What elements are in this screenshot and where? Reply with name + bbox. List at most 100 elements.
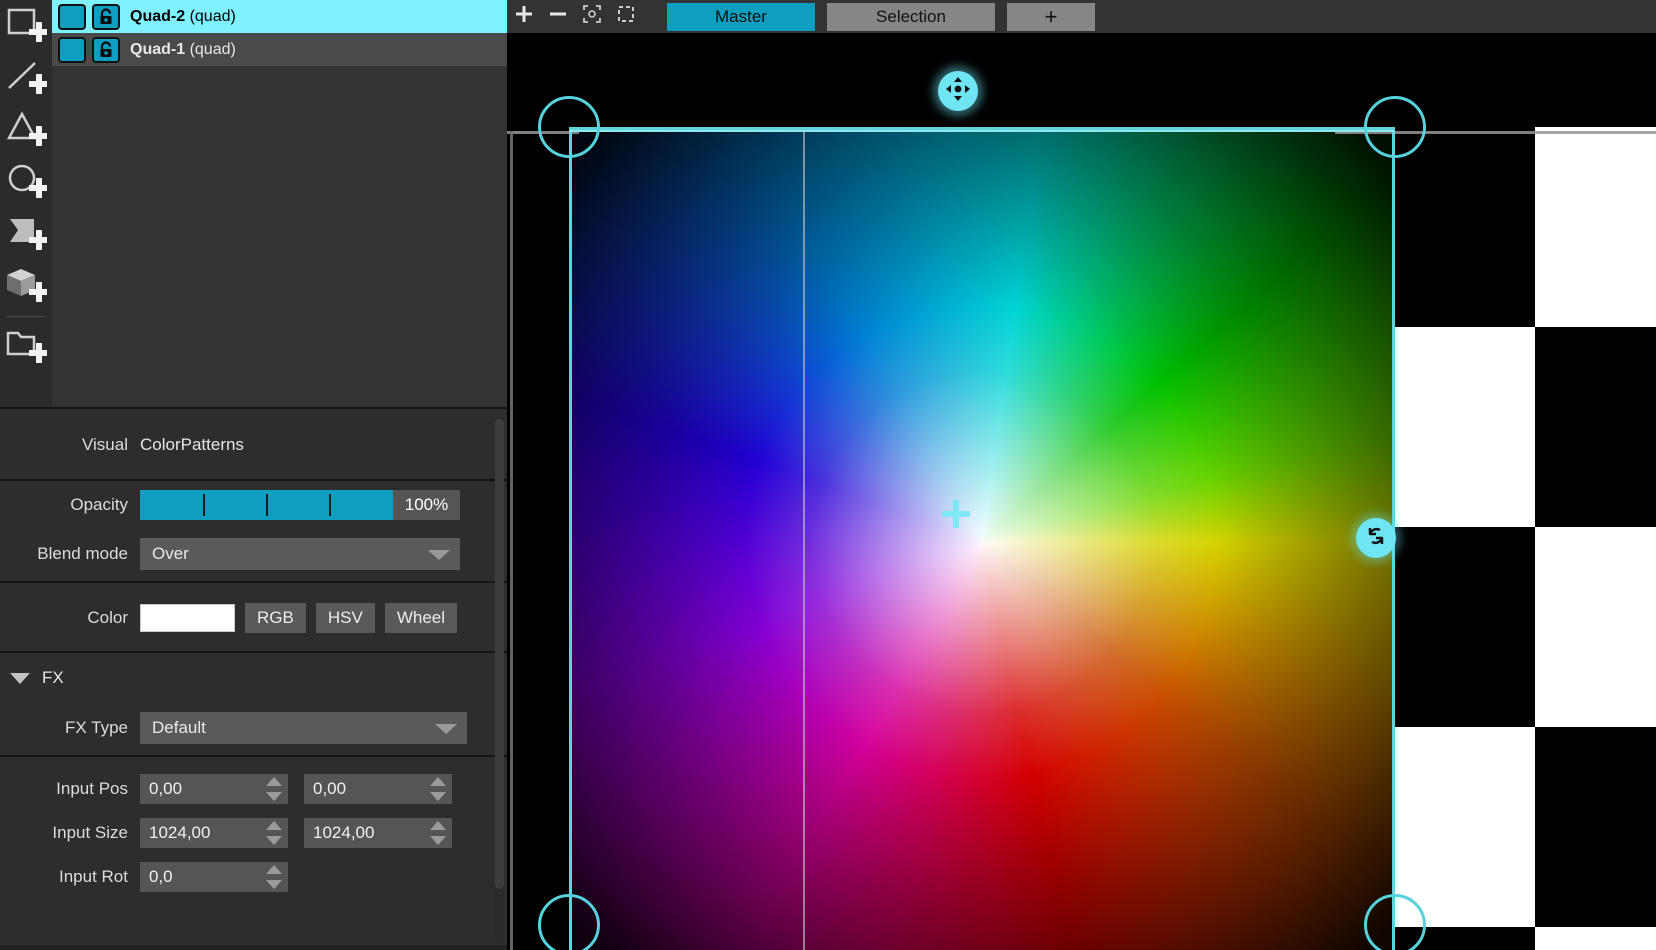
triangle-plus-icon [5, 111, 47, 149]
remove-button[interactable] [541, 0, 575, 33]
input-size-y-field[interactable]: 1024,00 [304, 818, 452, 848]
layer-label: Quad-2 (quad) [130, 8, 236, 26]
appearance-section: Opacity 100% Blend mode Over [0, 479, 507, 581]
move-4way-icon [945, 76, 971, 107]
add-tab-button[interactable]: + [1007, 2, 1095, 31]
layers-empty-area[interactable] [52, 66, 507, 407]
scrollbar-thumb[interactable] [495, 419, 504, 889]
app-window: Quad-2 (quad) Quad-1 (quad) Visual Color… [0, 0, 1656, 950]
transform-section: Input Pos 0,00 0,00 Input Size 1024,00 1… [0, 755, 507, 945]
folder-plus-icon [5, 328, 47, 366]
spinner-arrows-icon[interactable] [430, 821, 446, 845]
slider-tick [329, 494, 331, 516]
visual-section: Visual ColorPatterns [0, 407, 507, 479]
circle-plus-icon [5, 163, 47, 201]
corner-resize-handle[interactable] [538, 96, 600, 158]
input-pos-y-field[interactable]: 0,00 [304, 774, 452, 804]
layer-title: Quad-1 [130, 40, 186, 58]
spinner-arrows-icon[interactable] [266, 777, 282, 801]
rotate-handle[interactable] [1356, 518, 1396, 558]
opacity-value[interactable]: 100% [393, 490, 460, 520]
add-button[interactable] [507, 0, 541, 33]
minus-icon [548, 4, 568, 29]
input-pos-x-value: 0,00 [149, 779, 183, 798]
fx-type-label: FX Type [65, 718, 128, 737]
layer-row-quad-1[interactable]: Quad-1 (quad) [52, 33, 507, 66]
input-pos-y-value: 0,00 [313, 779, 347, 798]
input-rot-value: 0,0 [149, 867, 173, 886]
add-rectangle-tool[interactable] [0, 0, 52, 52]
fx-type-value: Default [152, 718, 206, 737]
plus-icon [514, 4, 534, 29]
selection-top-edge [569, 130, 1395, 132]
input-pos-label: Input Pos [56, 779, 128, 798]
selection-rectangle[interactable] [569, 127, 1395, 950]
layer-title: Quad-2 [130, 7, 186, 25]
viewport-toolbar: Master Selection + [507, 0, 1656, 33]
visual-value: ColorPatterns [140, 435, 244, 454]
fit-button[interactable] [575, 0, 609, 33]
fx-header-label: FX [42, 668, 64, 687]
ruler-guide-vertical-left [510, 131, 513, 950]
input-size-x-field[interactable]: 1024,00 [140, 818, 288, 848]
input-rot-field[interactable]: 0,0 [140, 862, 288, 892]
move-handle[interactable] [938, 71, 978, 111]
rotate-icon [1364, 524, 1388, 553]
input-size-x-value: 1024,00 [149, 823, 211, 842]
add-triangle-tool[interactable] [0, 104, 52, 156]
opacity-label: Opacity [70, 495, 128, 514]
slider-tick [266, 494, 268, 516]
spinner-arrows-icon[interactable] [430, 777, 446, 801]
layers-panel: Quad-2 (quad) Quad-1 (quad) [52, 0, 507, 407]
polygon-plus-icon [5, 215, 47, 253]
spinner-arrows-icon[interactable] [266, 865, 282, 889]
canvas-area[interactable] [507, 33, 1656, 950]
corner-resize-handle[interactable] [1364, 894, 1426, 950]
lock-icon[interactable] [92, 3, 120, 30]
input-size-y-value: 1024,00 [313, 823, 375, 842]
chevron-down-icon[interactable] [10, 672, 30, 684]
color-swatch[interactable] [140, 604, 235, 632]
add-line-tool[interactable] [0, 52, 52, 104]
layer-visibility-toggle[interactable] [58, 3, 86, 30]
line-plus-icon [5, 59, 47, 97]
add-polygon-tool[interactable] [0, 208, 52, 260]
blend-mode-value: Over [152, 544, 189, 563]
tab-master[interactable]: Master [667, 2, 815, 31]
layer-visibility-toggle[interactable] [58, 36, 86, 63]
blend-mode-label: Blend mode [37, 544, 128, 563]
viewport: Master Selection + [507, 0, 1656, 950]
blend-mode-dropdown[interactable]: Over [140, 538, 460, 570]
color-section: Color RGB HSV Wheel [0, 581, 507, 651]
input-size-label: Input Size [52, 823, 128, 842]
slider-tick [203, 494, 205, 516]
hsv-button[interactable]: HSV [315, 603, 375, 633]
select-all-button[interactable] [609, 0, 643, 33]
tab-selection[interactable]: Selection [827, 2, 995, 31]
add-circle-tool[interactable] [0, 156, 52, 208]
input-pos-x-field[interactable]: 0,00 [140, 774, 288, 804]
corner-resize-handle[interactable] [538, 894, 600, 950]
fit-screen-icon [582, 4, 602, 29]
chevron-down-icon [435, 724, 457, 734]
properties-panel: Visual ColorPatterns Opacity 100% Blend … [0, 407, 507, 950]
layer-type: (quad) [189, 40, 236, 58]
add-folder-tool[interactable] [0, 321, 52, 373]
spinner-arrows-icon[interactable] [266, 821, 282, 845]
chevron-down-icon [428, 550, 450, 560]
properties-scrollbar[interactable] [495, 419, 504, 939]
dashed-square-icon [616, 4, 636, 29]
add-cube-tool[interactable] [0, 260, 52, 312]
fx-section: FX FX Type Default [0, 651, 507, 755]
input-rot-label: Input Rot [59, 867, 128, 886]
rgb-button[interactable]: RGB [245, 603, 306, 633]
corner-resize-handle[interactable] [1364, 96, 1426, 158]
lock-icon[interactable] [92, 36, 120, 63]
opacity-slider[interactable]: 100% [140, 490, 460, 520]
layer-row-quad-2[interactable]: Quad-2 (quad) [52, 0, 507, 33]
fx-type-dropdown[interactable]: Default [140, 712, 467, 744]
layer-label: Quad-1 (quad) [130, 41, 236, 59]
wheel-button[interactable]: Wheel [384, 603, 457, 633]
opacity-slider-fill[interactable] [140, 490, 393, 520]
layer-type: (quad) [189, 7, 236, 25]
